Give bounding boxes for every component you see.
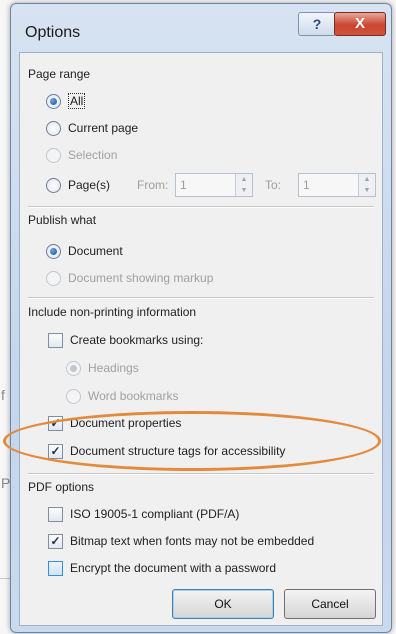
- background-text-fragment: f: [1, 387, 5, 403]
- bitmap-text-checkbox[interactable]: ✓ Bitmap text when fonts may not be embe…: [48, 531, 314, 551]
- bitmap-text-label: Bitmap text when fonts may not be embedd…: [70, 534, 315, 548]
- to-spinbox[interactable]: 1 ▲ ▼: [298, 173, 376, 197]
- encrypt-label: Encrypt the document with a password: [70, 561, 277, 575]
- page-range-label: Page range: [28, 67, 91, 81]
- to-spin-arrows-icon[interactable]: ▲ ▼: [358, 174, 375, 196]
- to-value: 1: [303, 178, 310, 192]
- radio-indicator[interactable]: [66, 388, 81, 404]
- encrypt-checkbox[interactable]: Encrypt the document with a password: [48, 558, 276, 578]
- radio-document-showing-markup-label: Document showing markup: [68, 271, 214, 285]
- non-printing-label: Include non-printing information: [28, 305, 197, 319]
- separator: [28, 473, 374, 475]
- radio-pages[interactable]: Page(s): [46, 175, 110, 195]
- radio-indicator[interactable]: [46, 93, 61, 109]
- title-bar[interactable]: Options ? X: [11, 4, 391, 48]
- help-button[interactable]: ?: [298, 12, 336, 36]
- separator: [28, 206, 374, 208]
- checkbox-box[interactable]: [48, 506, 63, 522]
- checkbox-box[interactable]: [48, 560, 63, 576]
- radio-word-bookmarks-label: Word bookmarks: [88, 389, 179, 403]
- radio-selection-label: Selection: [68, 148, 118, 162]
- from-label: From:: [137, 178, 169, 192]
- radio-word-bookmarks[interactable]: Word bookmarks: [66, 386, 178, 406]
- radio-indicator[interactable]: [46, 120, 61, 136]
- radio-current-page-label: Current page: [68, 121, 139, 135]
- ok-button[interactable]: OK: [172, 589, 274, 619]
- radio-all[interactable]: All: [46, 91, 86, 111]
- radio-document-showing-markup[interactable]: Document showing markup: [46, 268, 213, 288]
- radio-indicator[interactable]: [66, 360, 81, 376]
- radio-headings-label: Headings: [88, 361, 139, 375]
- radio-indicator[interactable]: [46, 270, 61, 286]
- publish-what-label: Publish what: [28, 213, 97, 227]
- create-bookmarks-label: Create bookmarks using:: [70, 333, 204, 347]
- checkbox-box[interactable]: ✓: [48, 533, 63, 549]
- radio-all-label: All: [68, 93, 86, 109]
- radio-headings[interactable]: Headings: [66, 358, 139, 378]
- checkbox-box[interactable]: ✓: [48, 443, 63, 459]
- iso-compliant-checkbox[interactable]: ISO 19005-1 compliant (PDF/A): [48, 504, 239, 524]
- radio-document-label: Document: [68, 244, 123, 258]
- checkbox-box[interactable]: ✓: [48, 415, 63, 431]
- iso-compliant-label: ISO 19005-1 compliant (PDF/A): [70, 507, 240, 521]
- radio-pages-label: Page(s): [68, 178, 111, 192]
- structure-tags-label: Document structure tags for accessibilit…: [70, 444, 286, 458]
- dialog-body: Page range All Current page Selection Pa…: [19, 52, 383, 626]
- radio-current-page[interactable]: Current page: [46, 118, 138, 138]
- dialog-title: Options: [25, 24, 81, 41]
- structure-tags-checkbox[interactable]: ✓ Document structure tags for accessibil…: [48, 441, 285, 461]
- radio-indicator[interactable]: [46, 243, 61, 259]
- create-bookmarks-checkbox[interactable]: Create bookmarks using:: [48, 330, 203, 350]
- separator: [28, 297, 374, 299]
- options-dialog: Options ? X Page range All Current page …: [10, 3, 392, 633]
- checkbox-box[interactable]: [48, 332, 63, 348]
- radio-selection[interactable]: Selection: [46, 145, 117, 165]
- radio-indicator[interactable]: [46, 177, 61, 193]
- from-spin-arrows-icon[interactable]: ▲ ▼: [235, 174, 252, 196]
- document-properties-checkbox[interactable]: ✓ Document properties: [48, 413, 181, 433]
- radio-indicator[interactable]: [46, 147, 61, 163]
- radio-document[interactable]: Document: [46, 241, 123, 261]
- document-properties-label: Document properties: [70, 416, 182, 430]
- from-spinbox[interactable]: 1 ▲ ▼: [175, 173, 253, 197]
- cancel-button[interactable]: Cancel: [284, 589, 376, 619]
- to-label: To:: [265, 178, 282, 192]
- close-button[interactable]: X: [334, 12, 386, 36]
- from-value: 1: [180, 178, 187, 192]
- background-text-fragment: P: [1, 475, 11, 491]
- pdf-options-label: PDF options: [28, 480, 95, 494]
